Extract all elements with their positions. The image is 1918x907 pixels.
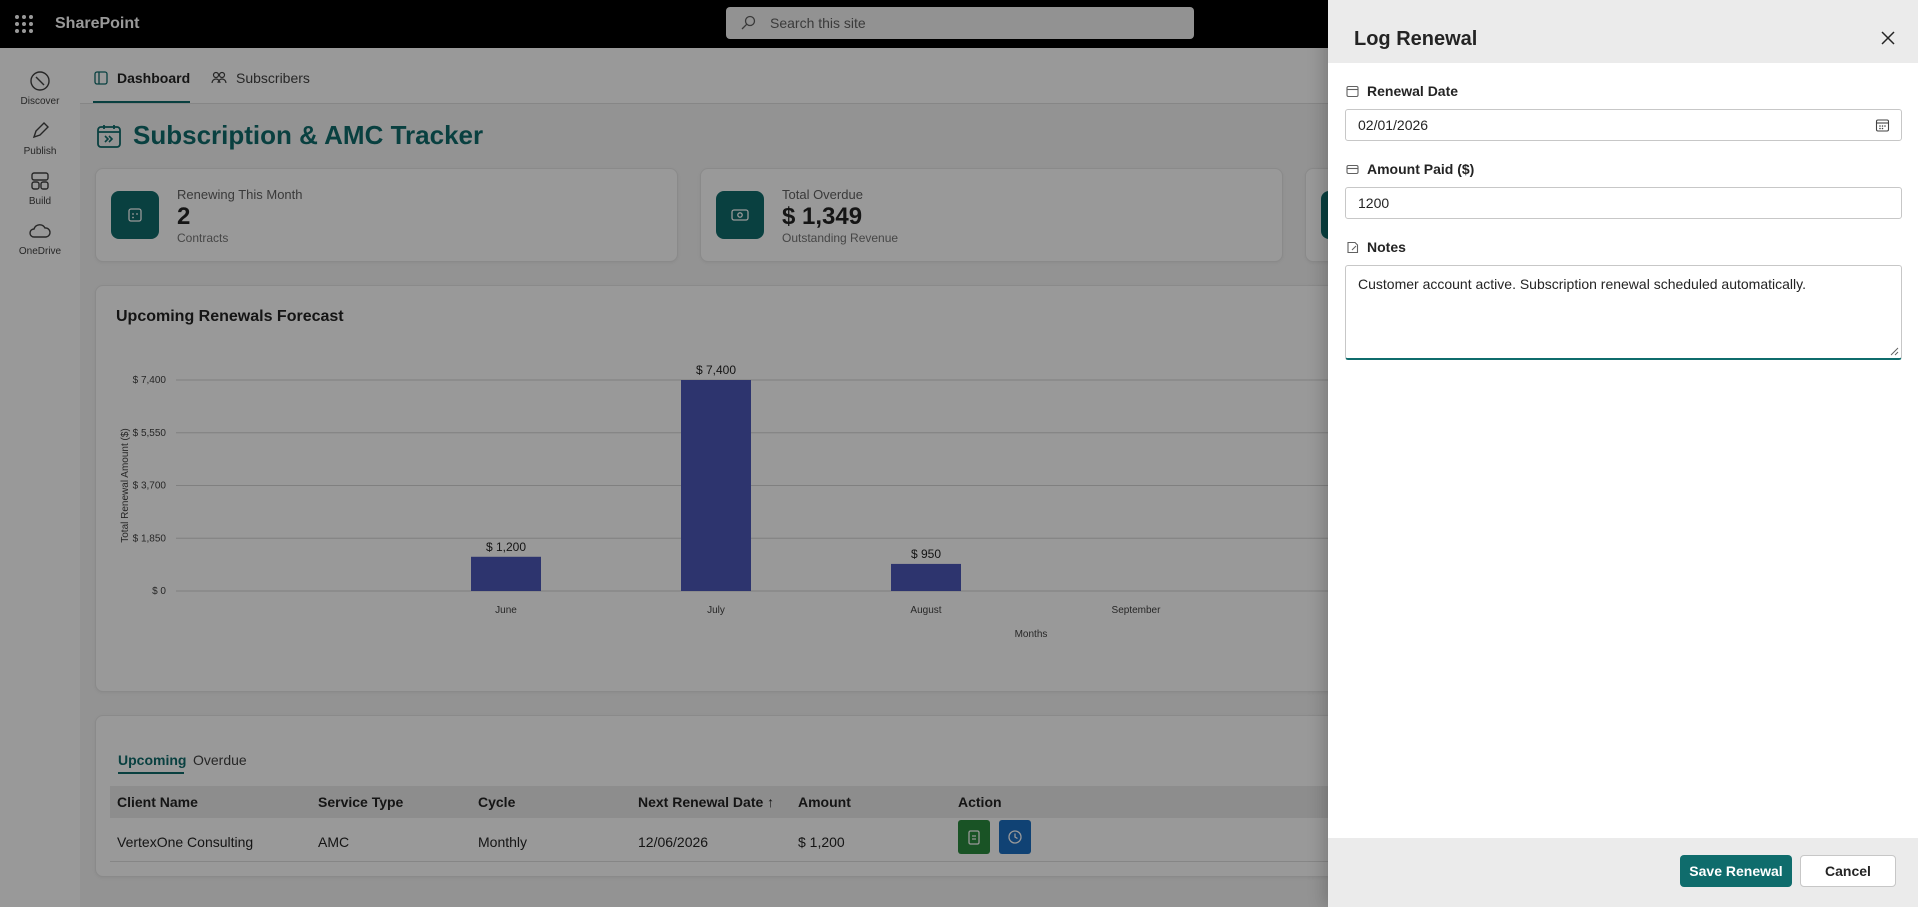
close-icon[interactable] <box>1880 30 1896 46</box>
amount-paid-value: 1200 <box>1358 195 1390 211</box>
save-renewal-button[interactable]: Save Renewal <box>1680 855 1792 887</box>
panel-header: Log Renewal <box>1328 0 1918 63</box>
renewal-date-field[interactable]: 02/01/2026 <box>1345 109 1902 141</box>
field-label: Amount Paid ($) <box>1367 161 1475 177</box>
resize-handle-icon[interactable] <box>1889 346 1899 356</box>
note-icon <box>1347 241 1359 253</box>
calendar-picker-icon[interactable] <box>1875 118 1890 133</box>
log-renewal-panel: Log Renewal Renewal Date 02/01/2026 Amou… <box>1328 0 1918 907</box>
field-label: Renewal Date <box>1367 83 1459 99</box>
notes-textarea[interactable]: Customer account active. Subscription re… <box>1345 265 1902 360</box>
panel-title: Log Renewal <box>1354 28 1478 50</box>
renewal-date-value: 02/01/2026 <box>1358 117 1429 133</box>
amount-paid-field[interactable]: 1200 <box>1345 187 1902 219</box>
card-icon <box>1346 164 1359 174</box>
notes-label: Notes <box>1346 239 1406 255</box>
amount-paid-label: Amount Paid ($) <box>1346 161 1474 177</box>
renewal-date-label: Renewal Date <box>1346 83 1458 99</box>
calendar-icon <box>1346 85 1359 97</box>
notes-value: Customer account active. Subscription re… <box>1358 276 1806 292</box>
modal-overlay[interactable] <box>0 0 1328 907</box>
field-label: Notes <box>1367 239 1406 255</box>
cancel-button[interactable]: Cancel <box>1800 855 1896 887</box>
